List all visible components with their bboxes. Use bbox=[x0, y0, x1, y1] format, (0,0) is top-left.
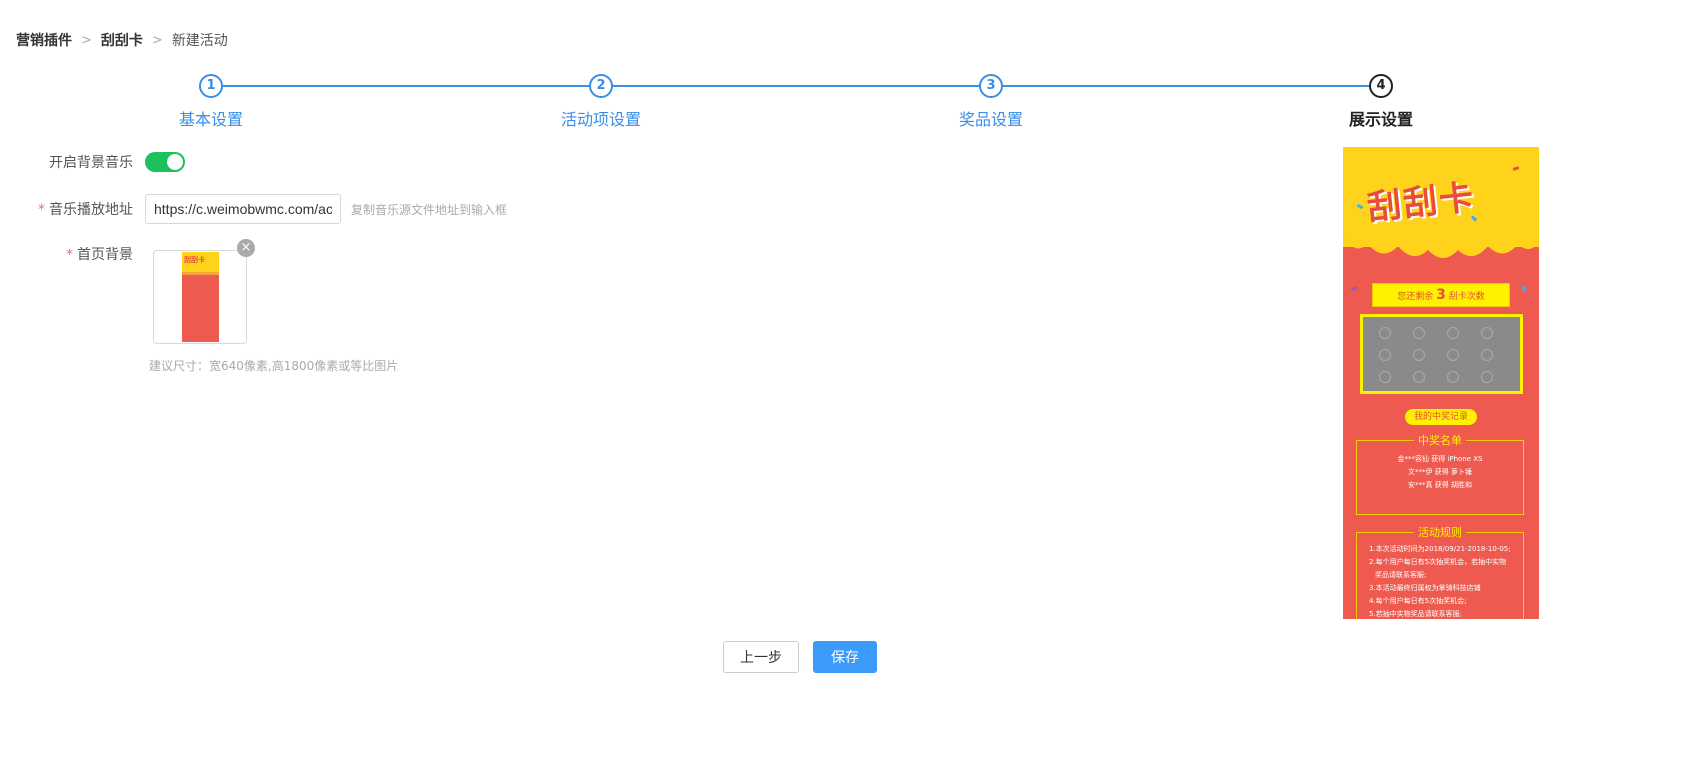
rules-title: 活动规则 bbox=[1357, 524, 1523, 540]
save-button[interactable]: 保存 bbox=[813, 641, 877, 673]
preview-wave bbox=[1343, 232, 1539, 258]
winner-item: 安***真 获得 胡胜和 bbox=[1408, 481, 1472, 489]
required-mark: * bbox=[38, 202, 45, 218]
step-2-circle[interactable]: 2 bbox=[589, 74, 613, 98]
scratch-dot bbox=[1481, 371, 1493, 383]
rule-item: 3.本活动最终归属权为掌骑科技店铺 bbox=[1369, 584, 1481, 592]
step-1-label[interactable]: 基本设置 bbox=[179, 106, 243, 130]
step-4-label: 展示设置 bbox=[1348, 110, 1414, 129]
required-mark: * bbox=[66, 247, 73, 263]
step-3-label[interactable]: 奖品设置 bbox=[959, 106, 1023, 130]
prev-step-button[interactable]: 上一步 bbox=[723, 641, 799, 673]
scratch-dot bbox=[1447, 371, 1459, 383]
scratch-dot bbox=[1413, 371, 1425, 383]
scratch-dot bbox=[1481, 327, 1493, 339]
rule-item: 奖品请联系客服; bbox=[1375, 571, 1427, 579]
step-4-circle[interactable]: 4 bbox=[1369, 74, 1393, 98]
scratch-dot bbox=[1447, 349, 1459, 361]
music-url-label: * 音乐播放地址 bbox=[38, 202, 133, 218]
scratch-dot bbox=[1379, 327, 1391, 339]
step-progress: 1 2 3 4 基本设置 活动项设置 奖品设置 展示设置 bbox=[0, 72, 1560, 132]
thumbnail-image: 刮刮卡 bbox=[182, 252, 219, 342]
rule-item: 4.每个用户每日有5次抽奖机会; bbox=[1369, 597, 1467, 605]
switch-knob bbox=[167, 154, 183, 170]
scratch-dot bbox=[1481, 349, 1493, 361]
preview-remaining-banner: 您还剩余 3 刮卡次数 bbox=[1372, 283, 1510, 307]
step-connector bbox=[222, 85, 590, 87]
close-icon[interactable]: × bbox=[237, 239, 255, 257]
scratch-dot bbox=[1379, 371, 1391, 383]
music-url-input[interactable] bbox=[145, 194, 341, 224]
winners-title: 中奖名单 bbox=[1357, 432, 1523, 448]
chevron-right-icon: > bbox=[151, 32, 163, 48]
music-url-hint: 复制音乐源文件地址到输入框 bbox=[351, 202, 508, 217]
step-connector bbox=[612, 85, 980, 87]
step-connector bbox=[1002, 85, 1370, 87]
winner-item: 金***容仙 获得 iPhone XS bbox=[1397, 455, 1483, 463]
music-toggle-switch[interactable] bbox=[145, 152, 185, 172]
winner-item: 文***伊 获得 萝卜锤 bbox=[1408, 468, 1472, 476]
thumbnail-title: 刮刮卡 bbox=[184, 256, 205, 264]
rules-list: 1.本次活动时间为2018/09/21-2018-10-05; 2.每个用户每日… bbox=[1357, 533, 1523, 619]
winners-list: 金***容仙 获得 iPhone XS 文***伊 获得 萝卜锤 安***真 获… bbox=[1357, 441, 1523, 492]
confetti-icon bbox=[1521, 285, 1527, 292]
chevron-right-icon: > bbox=[81, 32, 92, 48]
step-1-circle[interactable]: 1 bbox=[199, 74, 223, 98]
breadcrumb: 营销插件 > 刮刮卡 > 新建活动 bbox=[16, 30, 228, 50]
breadcrumb-marketing-plugins[interactable]: 营销插件 bbox=[16, 30, 72, 50]
home-bg-label: * 首页背景 bbox=[66, 247, 133, 263]
music-toggle-row: 开启背景音乐 bbox=[25, 152, 185, 172]
mobile-preview: 刮刮卡 您还剩余 3 刮卡次数 我的中奖记录 中奖名单 金***容仙 获得 iP… bbox=[1343, 147, 1539, 619]
music-toggle-label: 开启背景音乐 bbox=[49, 155, 133, 171]
size-hint: 建议尺寸：宽640像素,高1800像素或等比图片 bbox=[149, 359, 399, 373]
scratch-dot bbox=[1379, 349, 1391, 361]
preview-scratch-area bbox=[1360, 314, 1523, 394]
home-bg-row: * 首页背景 bbox=[25, 244, 145, 264]
breadcrumb-scratch-card[interactable]: 刮刮卡 bbox=[101, 30, 143, 50]
home-bg-thumbnail[interactable]: 刮刮卡 bbox=[153, 250, 247, 344]
rule-item: 2.每个用户每日有5次抽奖机会，若抽中实物 bbox=[1369, 558, 1507, 566]
step-3-circle[interactable]: 3 bbox=[979, 74, 1003, 98]
breadcrumb-new-activity: 新建活动 bbox=[171, 33, 228, 49]
preview-winners-box: 中奖名单 金***容仙 获得 iPhone XS 文***伊 获得 萝卜锤 安*… bbox=[1356, 434, 1524, 515]
preview-rules-box: 活动规则 1.本次活动时间为2018/09/21-2018-10-05; 2.每… bbox=[1356, 526, 1524, 619]
rule-item: 1.本次活动时间为2018/09/21-2018-10-05; bbox=[1369, 545, 1511, 553]
step-2-label[interactable]: 活动项设置 bbox=[561, 106, 641, 130]
confetti-icon bbox=[1350, 285, 1358, 292]
scratch-dot bbox=[1413, 327, 1425, 339]
scratch-dot bbox=[1413, 349, 1425, 361]
scratch-dot bbox=[1447, 327, 1459, 339]
rule-item: 5.若抽中实物奖品请联系客服; bbox=[1369, 610, 1463, 618]
preview-record-button: 我的中奖记录 bbox=[1405, 409, 1477, 425]
music-url-row: *音乐播放地址 复制音乐源文件地址到输入框 bbox=[25, 194, 507, 224]
